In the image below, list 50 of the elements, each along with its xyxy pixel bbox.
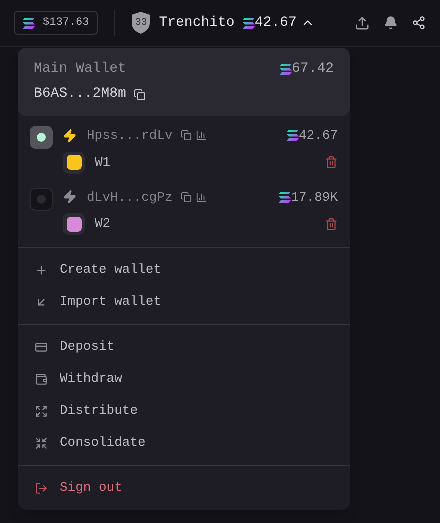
trash-icon[interactable] [325, 156, 338, 169]
wallet-address: dLvH...cgPz [87, 188, 173, 206]
sol-icon [23, 18, 35, 28]
shield-icon [131, 12, 152, 34]
wallet-color-swatch[interactable] [66, 155, 82, 170]
main-wallet-card[interactable]: Main Wallet 67.42 B6AS...2M8m [18, 48, 350, 116]
sol-icon [280, 64, 292, 75]
bolt-icon [63, 128, 77, 143]
wallet-name: W2 [95, 215, 111, 234]
bell-icon[interactable] [384, 16, 398, 30]
main-wallet-balance: 67.42 [292, 60, 334, 79]
menu-item[interactable]: Sign out [18, 472, 350, 504]
chart-icon[interactable] [196, 130, 207, 142]
trash-icon[interactable] [325, 218, 338, 230]
card-icon [35, 340, 48, 354]
sol-icon [242, 18, 255, 28]
wallet-balance: 42.67 [298, 127, 338, 145]
menu-item[interactable]: Withdraw [18, 363, 350, 395]
menu-item[interactable]: Deposit [18, 331, 350, 363]
wallet-name: W1 [95, 154, 111, 172]
menu-item[interactable]: Distribute [18, 395, 350, 427]
copy-icon[interactable] [180, 192, 192, 203]
shrink-icon [35, 436, 48, 450]
wallet-radio[interactable] [30, 188, 53, 210]
plus-icon [35, 264, 48, 276]
share-icon[interactable] [412, 16, 426, 30]
sol-icon [279, 192, 292, 203]
upload-icon[interactable] [355, 16, 370, 30]
username: Trenchito [159, 14, 235, 32]
sol-balance: 42.67 [254, 14, 297, 32]
menu-item[interactable]: Create wallet [18, 254, 350, 286]
chart-icon[interactable] [196, 192, 207, 203]
wallet-balance: 17.89K [291, 188, 338, 206]
menu-item[interactable]: Consolidate [18, 427, 350, 459]
sol-icon [286, 130, 299, 142]
main-wallet-address: B6AS...2M8m [34, 85, 126, 104]
wallet-icon [35, 372, 48, 386]
bolt-icon [63, 190, 77, 204]
copy-icon[interactable] [180, 130, 192, 142]
balance-text: $137.63 [43, 16, 90, 31]
wallet-radio[interactable] [30, 126, 53, 149]
balance-chip[interactable]: $137.63 [14, 11, 98, 35]
wallet-address: Hpss...rdLv [87, 127, 173, 145]
sign-out-icon [35, 482, 48, 494]
expand-icon [35, 404, 48, 418]
copy-icon[interactable] [134, 88, 146, 100]
wallet-color-swatch[interactable] [66, 216, 82, 232]
menu-item[interactable]: Import wallet [18, 286, 350, 318]
level-number: 33 [135, 16, 148, 30]
main-wallet-title: Main Wallet [34, 60, 126, 79]
